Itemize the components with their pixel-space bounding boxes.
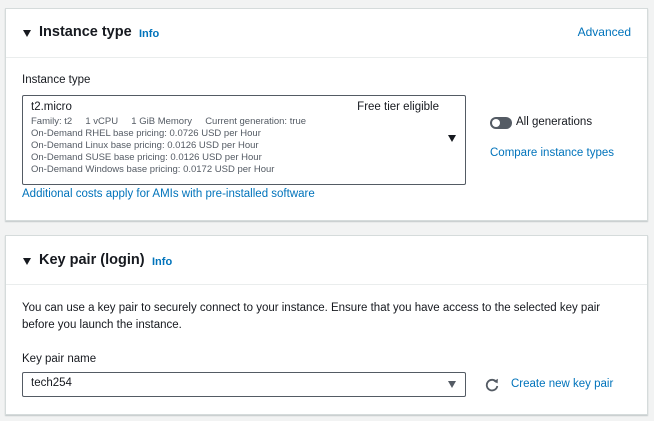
key-pair-info-link[interactable]: Info bbox=[152, 256, 172, 268]
all-generations-toggle[interactable] bbox=[490, 117, 512, 129]
instance-type-select[interactable]: t2.micro Free tier eligible Family: t2 1… bbox=[22, 95, 466, 185]
free-tier-badge: Free tier eligible bbox=[357, 101, 439, 113]
compare-instance-types-link[interactable]: Compare instance types bbox=[490, 147, 614, 159]
advanced-link[interactable]: Advanced bbox=[578, 25, 631, 39]
additional-costs-link[interactable]: Additional costs apply for AMIs with pre… bbox=[22, 188, 315, 200]
key-pair-description: You can use a key pair to securely conne… bbox=[22, 302, 601, 331]
toggle-knob bbox=[492, 119, 500, 127]
pricing-rhel: On-Demand RHEL base pricing: 0.0726 USD … bbox=[31, 128, 261, 139]
header-divider bbox=[6, 57, 647, 58]
instance-type-panel: Instance type Info Advanced Instance typ… bbox=[5, 8, 648, 221]
dropdown-caret-icon bbox=[448, 381, 456, 388]
key-pair-value: tech254 bbox=[31, 377, 72, 389]
instance-details: Family: t2 1 vCPU 1 GiB Memory Current g… bbox=[31, 116, 307, 127]
pricing-linux: On-Demand Linux base pricing: 0.0126 USD… bbox=[31, 140, 259, 151]
pricing-suse: On-Demand SUSE base pricing: 0.0126 USD … bbox=[31, 152, 262, 163]
instance-type-title: Instance type bbox=[39, 24, 132, 40]
pricing-windows: On-Demand Windows base pricing: 0.0172 U… bbox=[31, 164, 275, 175]
key-pair-select[interactable]: tech254 bbox=[22, 372, 466, 397]
key-pair-field-label: Key pair name bbox=[22, 353, 97, 365]
header-divider bbox=[6, 284, 647, 285]
create-key-pair-link[interactable]: Create new key pair bbox=[511, 378, 613, 390]
key-pair-header[interactable]: Key pair (login) Info bbox=[6, 236, 647, 284]
selected-instance-name: t2.micro bbox=[31, 101, 72, 113]
all-generations-label: All generations bbox=[516, 116, 593, 128]
collapse-caret-icon[interactable] bbox=[23, 30, 31, 37]
dropdown-caret-icon bbox=[448, 135, 456, 142]
instance-type-info-link[interactable]: Info bbox=[139, 28, 159, 40]
instance-type-field-label: Instance type bbox=[22, 74, 91, 86]
key-pair-panel: Key pair (login) Info You can use a key … bbox=[5, 235, 648, 415]
key-pair-title: Key pair (login) bbox=[39, 252, 145, 268]
instance-type-header[interactable]: Instance type Info Advanced bbox=[6, 9, 647, 57]
refresh-icon[interactable] bbox=[484, 377, 500, 393]
collapse-caret-icon[interactable] bbox=[23, 258, 31, 265]
